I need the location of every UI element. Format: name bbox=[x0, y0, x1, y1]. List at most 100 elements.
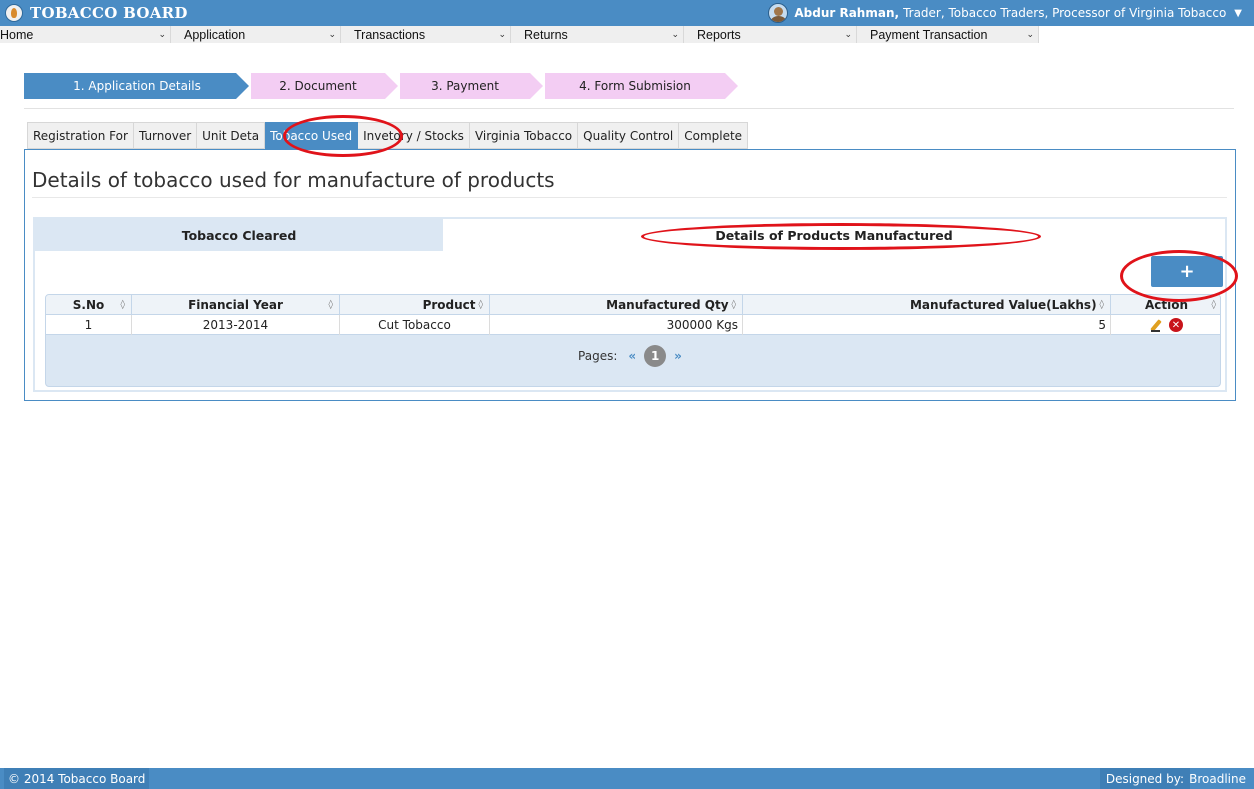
cell-action: ✕ bbox=[1111, 315, 1220, 335]
delete-icon[interactable]: ✕ bbox=[1169, 318, 1183, 332]
header-label: Action bbox=[1144, 298, 1189, 312]
sort-icon: ◊ bbox=[328, 300, 333, 310]
products-section: Tobacco Cleared Details of Products Manu… bbox=[33, 217, 1227, 392]
chevron-down-icon: ⌄ bbox=[498, 29, 506, 39]
subtab-label: Details of Products Manufactured bbox=[715, 227, 953, 243]
wizard-step-label: 3. Payment bbox=[431, 79, 499, 93]
header-label: Product bbox=[422, 298, 476, 312]
prev-page-button[interactable]: « bbox=[628, 349, 636, 363]
sort-icon: ◊ bbox=[120, 300, 125, 310]
cell-manufactured-value: 5 bbox=[743, 315, 1111, 335]
chevron-down-icon: ⌄ bbox=[671, 29, 679, 39]
tab-quality-control[interactable]: Quality Control bbox=[578, 122, 680, 149]
subtab-products-manufactured[interactable]: Details of Products Manufactured bbox=[443, 219, 1225, 251]
app-header: TOBACCO BOARD Abdur Rahman, Trader, Toba… bbox=[0, 0, 1254, 26]
menu-reports[interactable]: Reports ⌄ bbox=[684, 26, 857, 43]
products-table: S.No ◊ Financial Year ◊ Product ◊ Manufactu… bbox=[45, 294, 1221, 387]
tobacco-leaf-logo-icon bbox=[5, 4, 23, 22]
header-label: S.No bbox=[72, 298, 105, 312]
cell-financial-year: 2013-2014 bbox=[132, 315, 340, 335]
tab-label: Quality Control bbox=[583, 128, 674, 143]
chevron-down-icon: ⌄ bbox=[844, 29, 852, 39]
tab-label: Virginia Tobacco bbox=[474, 128, 573, 143]
sort-icon: ◊ bbox=[478, 300, 483, 310]
menu-application[interactable]: Application ⌄ bbox=[171, 26, 341, 43]
wizard-step-document[interactable]: 2. Document bbox=[251, 73, 398, 99]
column-header-manufactured-qty[interactable]: Manufactured Qty ◊ bbox=[490, 295, 743, 315]
wizard-step-label: 4. Form Submision bbox=[579, 79, 691, 93]
cell-product: Cut Tobacco bbox=[340, 315, 490, 335]
cell-manufactured-qty: 300000 Kgs bbox=[490, 315, 743, 335]
wizard-step-form-submission[interactable]: 4. Form Submision bbox=[545, 73, 738, 99]
menu-home[interactable]: Home ⌄ bbox=[0, 26, 171, 43]
app-footer: © 2014 Tobacco Board Designed by: Broadl… bbox=[0, 768, 1254, 789]
designed-by-label: Designed by: bbox=[1099, 768, 1190, 789]
tab-label: Tobacco Used bbox=[270, 128, 353, 143]
menu-home-label: Home bbox=[0, 27, 34, 42]
column-header-product[interactable]: Product ◊ bbox=[340, 295, 490, 315]
sub-tabs: Tobacco Cleared Details of Products Manu… bbox=[35, 219, 1225, 251]
sort-icon: ◊ bbox=[731, 300, 736, 310]
tab-complete[interactable]: Complete bbox=[679, 122, 749, 149]
chevron-down-icon: ⌄ bbox=[1026, 29, 1034, 39]
add-record-button[interactable]: + bbox=[1151, 256, 1223, 287]
divider bbox=[24, 108, 1234, 109]
wizard-step-label: 1. Application Details bbox=[73, 79, 201, 93]
column-header-action[interactable]: Action ◊ bbox=[1111, 295, 1220, 315]
page-number-button[interactable]: 1 bbox=[644, 345, 667, 367]
user-menu[interactable]: Abdur Rahman, Trader, Tobacco Traders, P… bbox=[768, 0, 1242, 26]
menu-application-label: Application bbox=[184, 27, 246, 42]
chevron-down-icon: ⌄ bbox=[158, 29, 166, 39]
designer-company: Broadline bbox=[1189, 771, 1246, 786]
caret-down-icon[interactable]: ▼ bbox=[1234, 8, 1242, 19]
page-title: Details of tobacco used for manufacture … bbox=[32, 168, 555, 192]
wizard-step-payment[interactable]: 3. Payment bbox=[400, 73, 543, 99]
wizard-steps: 1. Application Details 2. Document 3. Pa… bbox=[24, 73, 738, 99]
user-roles: Trader, Tobacco Traders, Processor of Vi… bbox=[903, 6, 1227, 20]
form-tabs: Registration For Turnover Unit Deta Toba… bbox=[27, 122, 749, 149]
sort-icon: ◊ bbox=[1099, 300, 1104, 310]
menu-returns-label: Returns bbox=[524, 27, 568, 42]
tab-label: Unit Deta bbox=[202, 128, 260, 143]
tab-label: Registration For bbox=[33, 128, 128, 143]
tab-unit-details[interactable]: Unit Deta bbox=[197, 122, 266, 149]
wizard-step-application-details[interactable]: 1. Application Details bbox=[24, 73, 249, 99]
edit-pencil-icon[interactable] bbox=[1150, 318, 1166, 332]
subtab-tobacco-cleared[interactable]: Tobacco Cleared bbox=[35, 219, 443, 251]
pagination: Pages: « 1 » bbox=[46, 341, 1220, 371]
wizard-step-label: 2. Document bbox=[279, 79, 357, 93]
table-header: S.No ◊ Financial Year ◊ Product ◊ Manufactu… bbox=[46, 295, 1220, 315]
user-name: Abdur Rahman, bbox=[794, 6, 900, 20]
header-label: Manufactured Value(Lakhs) bbox=[909, 298, 1097, 312]
table-row: 1 2013-2014 Cut Tobacco 300000 Kgs 5 ✕ bbox=[46, 315, 1220, 335]
menu-returns[interactable]: Returns ⌄ bbox=[511, 26, 684, 43]
next-page-button[interactable]: » bbox=[674, 349, 682, 363]
header-label: Financial Year bbox=[188, 298, 283, 312]
subtab-label: Tobacco Cleared bbox=[181, 227, 297, 243]
divider bbox=[32, 197, 1227, 198]
column-header-sno[interactable]: S.No ◊ bbox=[46, 295, 132, 315]
content-panel: Details of tobacco used for manufacture … bbox=[24, 149, 1236, 401]
main-menu: Home ⌄ Application ⌄ Transactions ⌄ Retu… bbox=[0, 26, 1039, 43]
menu-transactions-label: Transactions bbox=[354, 27, 426, 42]
app-brand: TOBACCO BOARD bbox=[30, 4, 188, 22]
tab-registration-for[interactable]: Registration For bbox=[27, 122, 134, 149]
tab-virginia-tobacco[interactable]: Virginia Tobacco bbox=[469, 122, 579, 149]
tab-turnover[interactable]: Turnover bbox=[133, 122, 198, 149]
plus-icon: + bbox=[1179, 261, 1195, 282]
menu-reports-label: Reports bbox=[697, 27, 741, 42]
tab-tobacco-used[interactable]: Tobacco Used bbox=[265, 122, 359, 149]
header-label: Manufactured Qty bbox=[606, 298, 729, 312]
menu-transactions[interactable]: Transactions ⌄ bbox=[341, 26, 511, 43]
menu-payment-transaction-label: Payment Transaction bbox=[870, 27, 988, 42]
tab-inventory-stocks[interactable]: Invetory / Stocks bbox=[358, 122, 470, 149]
column-header-manufactured-value[interactable]: Manufactured Value(Lakhs) ◊ bbox=[743, 295, 1111, 315]
sort-icon: ◊ bbox=[1211, 300, 1216, 310]
tab-label: Complete bbox=[684, 128, 743, 143]
user-avatar bbox=[768, 3, 789, 23]
menu-payment-transaction[interactable]: Payment Transaction ⌄ bbox=[857, 26, 1039, 43]
tab-label: Turnover bbox=[138, 128, 192, 143]
copyright-text: © 2014 Tobacco Board bbox=[4, 768, 150, 789]
cell-sno: 1 bbox=[46, 315, 132, 335]
column-header-financial-year[interactable]: Financial Year ◊ bbox=[132, 295, 340, 315]
